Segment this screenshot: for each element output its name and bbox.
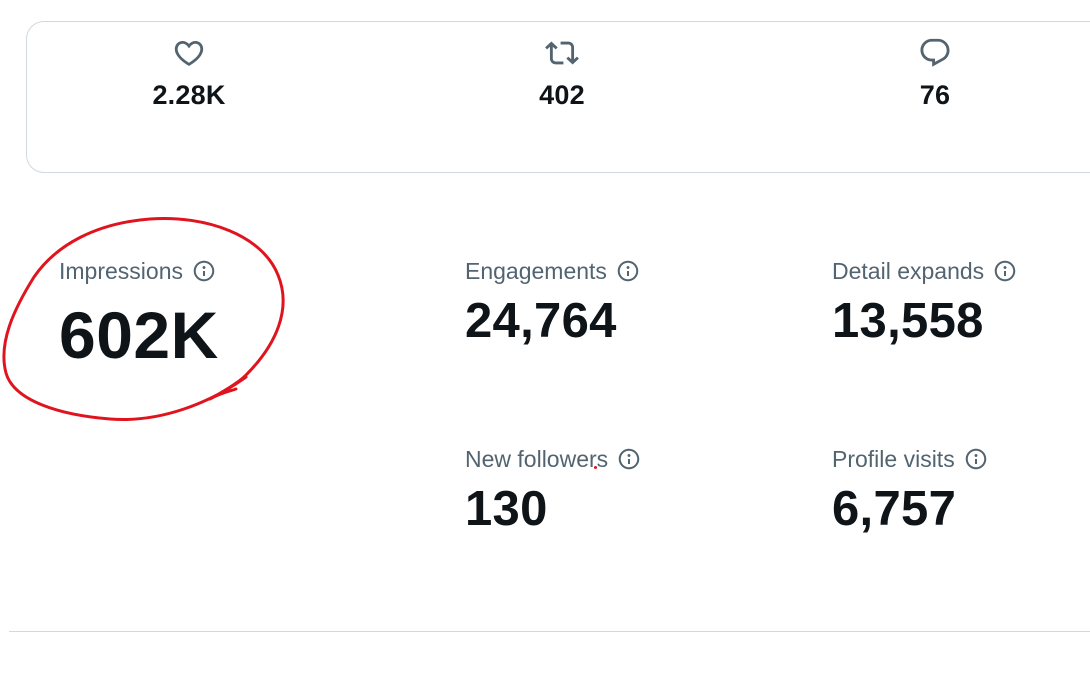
red-annotation-dot <box>594 466 597 469</box>
info-icon[interactable] <box>192 259 216 283</box>
info-icon[interactable] <box>993 259 1017 283</box>
new-followers-metric: New followers 130 <box>465 445 641 534</box>
impressions-label: Impressions <box>59 257 183 284</box>
profile-visits-value: 6,757 <box>832 482 957 536</box>
engagements-metric: Engagements 24,764 <box>465 257 640 346</box>
replies-count: 76 <box>919 80 951 110</box>
new-followers-value: 130 <box>465 482 548 536</box>
replies-stat: 76 <box>855 0 1015 111</box>
info-icon[interactable] <box>616 259 640 283</box>
detail-expands-metric: Detail expands 13,558 <box>832 257 1017 346</box>
impressions-value: 602K <box>59 298 219 372</box>
reposts-stat: 402 <box>482 0 642 111</box>
section-divider <box>9 631 1090 632</box>
likes-stat: 2.28K <box>109 0 269 111</box>
engagements-label: Engagements <box>465 257 607 284</box>
repost-icon <box>544 36 580 70</box>
detail-expands-label: Detail expands <box>832 257 985 284</box>
reply-icon <box>917 36 953 70</box>
heart-icon <box>171 36 207 70</box>
info-icon[interactable] <box>964 447 988 471</box>
detail-expands-value: 13,558 <box>832 294 984 348</box>
profile-visits-label: Profile visits <box>832 445 955 472</box>
new-followers-label: New followers <box>465 445 609 472</box>
reposts-count: 402 <box>539 80 585 110</box>
impressions-metric: Impressions 602K <box>59 257 219 372</box>
engagements-value: 24,764 <box>465 294 617 348</box>
info-icon[interactable] <box>617 447 641 471</box>
profile-visits-metric: Profile visits 6,757 <box>832 445 988 534</box>
likes-count: 2.28K <box>152 80 226 110</box>
